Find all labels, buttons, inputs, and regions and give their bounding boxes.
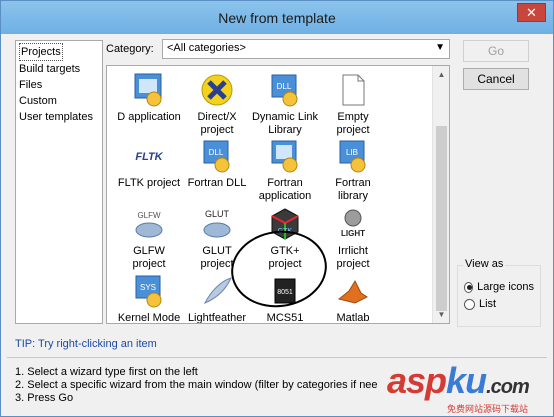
template-fortran-library[interactable]: LIB Fortran library bbox=[317, 138, 389, 203]
template-label: Fortran library bbox=[335, 177, 371, 202]
d-application-icon bbox=[134, 73, 162, 107]
title-bar[interactable]: New from template ✕ bbox=[1, 1, 553, 34]
cancel-button[interactable]: Cancel bbox=[463, 68, 529, 90]
glfw-icon-text: GLFW bbox=[137, 211, 161, 220]
scroll-up-icon[interactable]: ▲ bbox=[433, 66, 449, 83]
glut-icon: GLUT bbox=[203, 209, 231, 238]
dialog-window: New from template ✕ Projects Build targe… bbox=[0, 0, 554, 417]
radio-unselected-icon bbox=[464, 298, 475, 310]
fortran-dll-icon: DLL bbox=[203, 140, 230, 173]
window-title: New from template bbox=[218, 10, 336, 26]
fltk-icon-text: FLTK bbox=[135, 151, 163, 163]
radio-label: List bbox=[479, 298, 497, 310]
list-item-user-templates[interactable]: User templates bbox=[19, 109, 102, 125]
template-empty-project[interactable]: Empty project bbox=[317, 72, 389, 137]
lib-icon-text: LIB bbox=[346, 148, 358, 157]
watermark-text: aspku.com bbox=[387, 360, 530, 401]
template-fortran-application[interactable]: Fortran application bbox=[249, 138, 321, 203]
chevron-down-icon: ▼ bbox=[435, 42, 445, 53]
empty-file-icon bbox=[342, 74, 365, 106]
lib-icon: LIB bbox=[339, 140, 366, 173]
template-label: D application bbox=[117, 111, 181, 123]
template-label: Empty project bbox=[336, 111, 370, 136]
sys-icon: SYS bbox=[135, 275, 162, 308]
sys-icon-text: SYS bbox=[140, 283, 156, 292]
watermark-subtitle: 免费网站源码下载站 bbox=[447, 404, 529, 414]
fortran-dll-icon-text: DLL bbox=[209, 148, 224, 157]
template-dynamic-link-library[interactable]: DLL Dynamic Link Library bbox=[249, 72, 321, 137]
close-button[interactable]: ✕ bbox=[517, 3, 546, 22]
list-item-projects[interactable]: Projects bbox=[19, 43, 102, 61]
template-label: Kernel Mode Driver bbox=[117, 312, 181, 324]
directx-icon bbox=[201, 74, 233, 106]
template-label: Irrlicht project bbox=[336, 245, 370, 270]
instruction-line: 3. Press Go bbox=[15, 392, 74, 404]
fltk-icon: FLTK bbox=[135, 151, 163, 163]
template-label: Dynamic Link Library bbox=[251, 111, 319, 136]
view-as-group: View as Large icons List bbox=[457, 258, 541, 327]
list-item-custom[interactable]: Custom bbox=[19, 93, 102, 109]
wizard-type-list[interactable]: Projects Build targets Files Custom User… bbox=[15, 40, 103, 324]
divider bbox=[7, 357, 547, 358]
template-glfw-project[interactable]: GLFW GLFW project bbox=[113, 206, 185, 271]
fortran-application-icon bbox=[271, 140, 298, 173]
matlab-icon bbox=[337, 279, 368, 304]
template-d-application[interactable]: D application bbox=[113, 72, 185, 124]
instructions: 1. Select a wizard type first on the lef… bbox=[15, 366, 378, 405]
dialog-client: Projects Build targets Files Custom User… bbox=[7, 34, 547, 412]
template-matlab-project[interactable]: Matlab project bbox=[317, 273, 389, 324]
watermark-logo: aspku.com 免费网站源码下载站 bbox=[383, 360, 553, 416]
scroll-down-icon[interactable]: ▼ bbox=[433, 306, 449, 323]
template-label: MCS51 Project bbox=[266, 312, 304, 324]
template-irrlicht-project[interactable]: LIGHT Irrlicht project bbox=[317, 206, 389, 271]
radio-list[interactable]: List bbox=[464, 298, 534, 310]
template-label: Direct/X project bbox=[197, 111, 237, 136]
dll-icon: DLL bbox=[271, 74, 298, 107]
template-directx-project[interactable]: Direct/X project bbox=[181, 72, 253, 137]
list-item-files[interactable]: Files bbox=[19, 77, 102, 93]
feather-icon bbox=[203, 277, 232, 304]
template-label: Matlab project bbox=[336, 312, 370, 324]
category-label: Category: bbox=[106, 43, 154, 55]
template-grid[interactable]: D application Direct/X project DLL Dynam… bbox=[106, 65, 450, 324]
template-fortran-dll[interactable]: DLL Fortran DLL bbox=[181, 138, 253, 190]
template-label: GLFW project bbox=[132, 245, 166, 270]
irrlicht-icon-text: LIGHT bbox=[341, 229, 365, 238]
template-fltk-project[interactable]: FLTK FLTK project bbox=[113, 138, 185, 190]
tip-text: TIP: Try right-clicking an item bbox=[15, 338, 157, 350]
radio-label: Large icons bbox=[477, 281, 534, 293]
template-kernel-mode-driver[interactable]: SYS Kernel Mode Driver bbox=[113, 273, 185, 324]
list-item-label: Projects bbox=[19, 43, 63, 61]
radio-large-icons[interactable]: Large icons bbox=[464, 281, 534, 293]
go-button[interactable]: Go bbox=[463, 40, 529, 62]
dll-icon-text: DLL bbox=[277, 82, 292, 91]
template-label: Fortran DLL bbox=[187, 177, 247, 189]
instruction-line: 2. Select a specific wizard from the mai… bbox=[15, 379, 378, 391]
irrlicht-icon: LIGHT bbox=[341, 209, 365, 238]
template-label: Lightfeather project bbox=[187, 312, 247, 324]
view-as-legend: View as bbox=[463, 258, 506, 270]
list-item-build-targets[interactable]: Build targets bbox=[19, 61, 102, 77]
category-select[interactable]: <All categories> ▼ bbox=[162, 39, 450, 59]
glfw-icon: GLFW bbox=[135, 211, 163, 238]
template-label: Fortran application bbox=[258, 177, 312, 202]
template-label: FLTK project bbox=[117, 177, 181, 189]
radio-selected-icon bbox=[464, 281, 474, 293]
category-value: <All categories> bbox=[167, 42, 246, 54]
grid-scrollbar[interactable]: ▲ ▼ bbox=[432, 66, 449, 323]
scroll-thumb[interactable] bbox=[436, 126, 447, 311]
glut-icon-text: GLUT bbox=[205, 209, 230, 219]
instruction-line: 1. Select a wizard type first on the lef… bbox=[15, 366, 198, 378]
